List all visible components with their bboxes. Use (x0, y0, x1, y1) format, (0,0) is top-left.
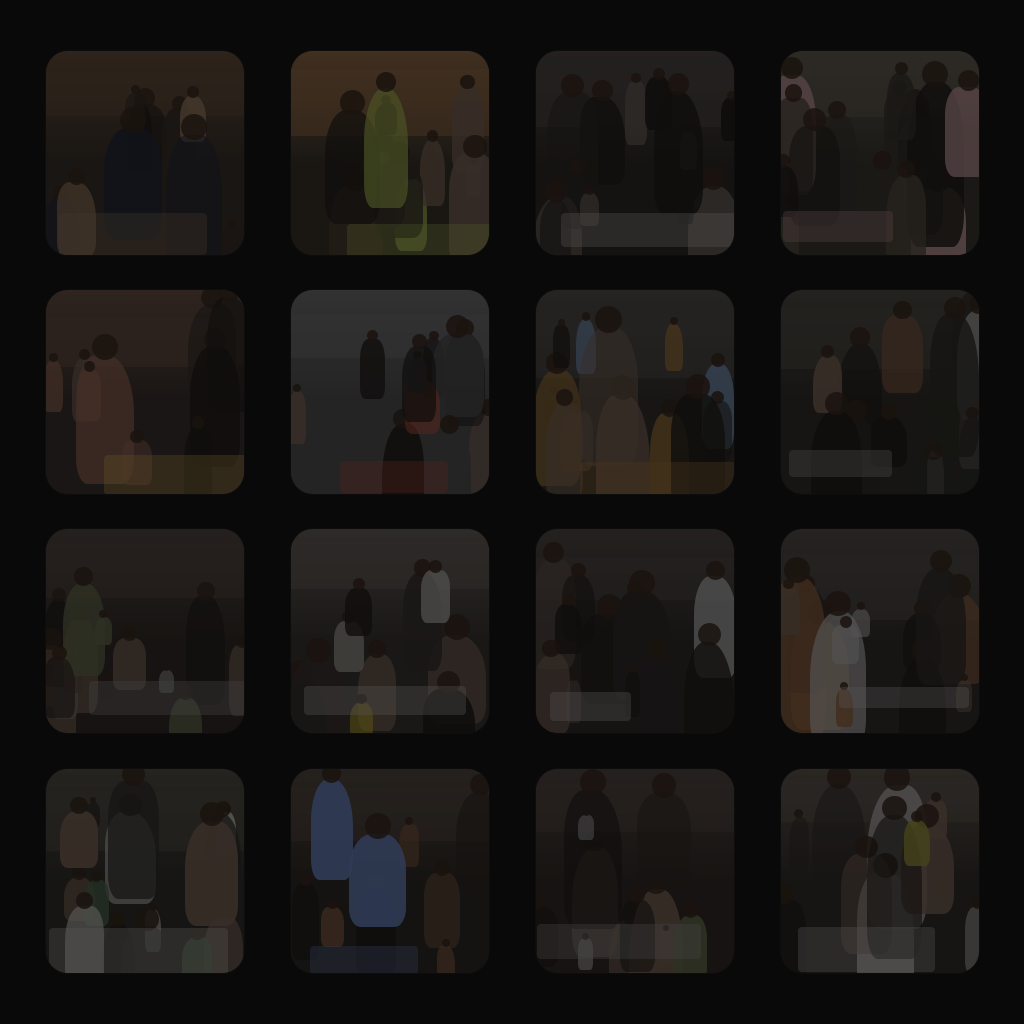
gallery-photo-hall-mural[interactable] (536, 290, 734, 494)
photo-dim-overlay (46, 290, 244, 494)
photo-dim-overlay (46, 769, 244, 973)
gallery-photo-hall-seated-rows-2[interactable] (536, 769, 734, 973)
photo-dim-overlay (781, 290, 979, 494)
photo-dim-overlay (781, 529, 979, 733)
gallery-photo-classroom-speaker[interactable] (46, 51, 244, 255)
photo-dim-overlay (781, 51, 979, 255)
gallery-photo-food-distribution[interactable] (291, 529, 489, 733)
photo-dim-overlay (291, 769, 489, 973)
photo-dim-overlay (291, 51, 489, 255)
gallery-photo-workshop-lean[interactable] (291, 51, 489, 255)
gallery-photo-portrait-smiling[interactable] (46, 769, 244, 973)
photo-dim-overlay (291, 290, 489, 494)
photo-dim-overlay (536, 290, 734, 494)
gallery-photo-cooking-bowls[interactable] (46, 290, 244, 494)
gallery-photo-outdoor-girl-white[interactable] (536, 51, 734, 255)
gallery-photo-hall-seated-rows[interactable] (46, 529, 244, 733)
gallery-photo-courtyard-group[interactable] (291, 290, 489, 494)
gallery-photo-classroom-crowd[interactable] (291, 769, 489, 973)
photo-gallery-grid (0, 0, 1024, 1024)
gallery-photo-selfie-group[interactable] (536, 529, 734, 733)
photo-dim-overlay (46, 51, 244, 255)
photo-dim-overlay (781, 769, 979, 973)
gallery-photo-children-outdoors[interactable] (781, 290, 979, 494)
gallery-photo-handing-bag[interactable] (781, 769, 979, 973)
gallery-photo-kids-posing[interactable] (781, 529, 979, 733)
photo-dim-overlay (46, 529, 244, 733)
photo-dim-overlay (536, 529, 734, 733)
photo-dim-overlay (536, 51, 734, 255)
photo-dim-overlay (291, 529, 489, 733)
photo-dim-overlay (536, 769, 734, 973)
gallery-photo-outdoor-serving[interactable] (781, 51, 979, 255)
